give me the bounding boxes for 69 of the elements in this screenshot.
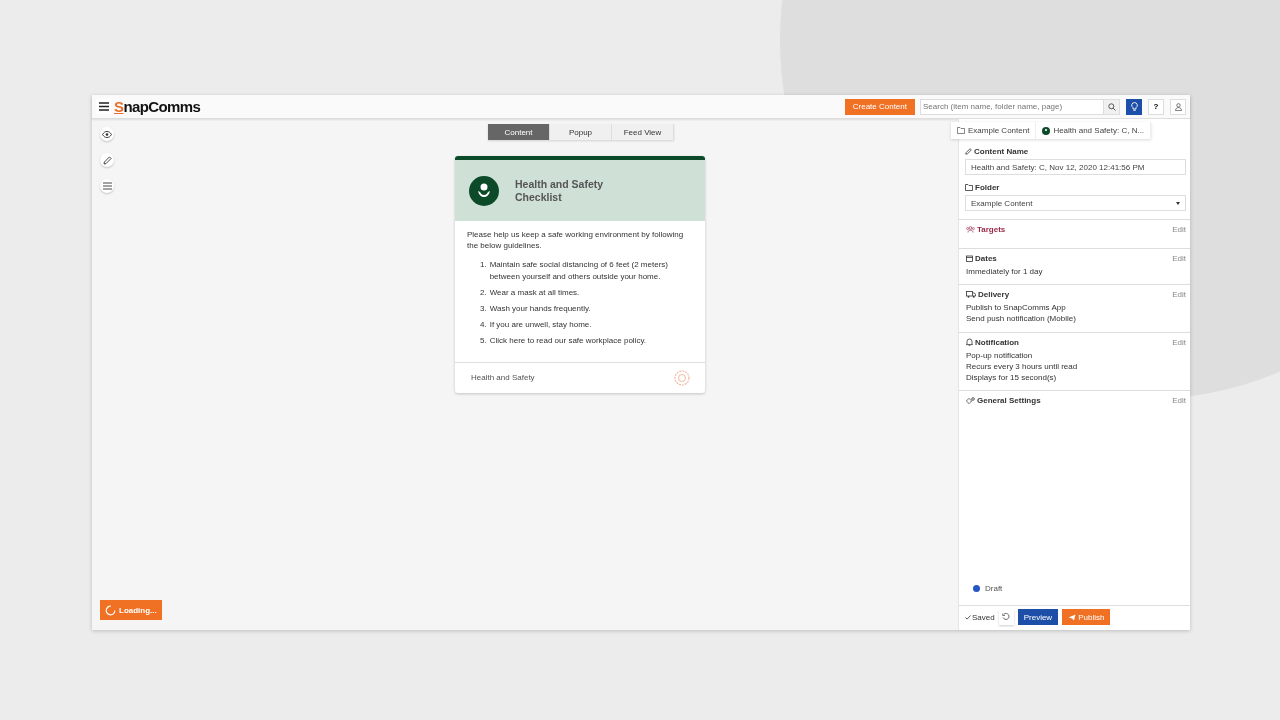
folder-icon — [957, 127, 965, 134]
pencil-icon — [965, 148, 972, 155]
list-number: 1. — [480, 259, 487, 272]
folder-dropdown[interactable]: Example Content — [965, 195, 1186, 211]
section-title: Delivery — [966, 290, 1010, 300]
guideline-text: Click here to read our safe workplace policy. — [489, 335, 647, 347]
section-title: General Settings — [966, 396, 1041, 406]
edit-link[interactable]: Edit — [1172, 290, 1186, 300]
people-icon — [966, 226, 975, 233]
logo: SnapComms — [114, 98, 201, 115]
saved-indicator: Saved — [965, 612, 995, 622]
lightbulb-button[interactable] — [1126, 98, 1142, 115]
guideline-text: Wash your hands frequently. — [489, 302, 591, 315]
truck-icon — [966, 291, 976, 299]
edit-link[interactable]: Edit — [1172, 337, 1186, 347]
field-label: Content Name — [965, 147, 1186, 156]
lightbulb-icon — [1130, 102, 1138, 111]
breadcrumb-link[interactable]: Health and Safety: C, N... — [1036, 122, 1152, 139]
undo-icon — [1002, 613, 1011, 621]
list-button[interactable] — [100, 179, 114, 193]
bell-icon — [966, 338, 973, 347]
user-icon — [1174, 102, 1182, 111]
status-label: Draft — [985, 584, 1003, 593]
search-field[interactable]: Search (item name, folder name, page) — [920, 98, 1104, 115]
search-button[interactable] — [1104, 98, 1120, 115]
undo-button[interactable] — [998, 609, 1014, 625]
menu-button[interactable] — [96, 99, 111, 114]
content-name-field[interactable]: Health and Safety: C, Nov 12, 2020 12:41:56 PM — [965, 159, 1186, 175]
create-content-button[interactable]: Create Content — [844, 98, 915, 115]
edit-link[interactable]: Edit — [1172, 396, 1186, 406]
list-number: 3. — [480, 302, 487, 315]
send-icon — [1068, 613, 1077, 621]
tab[interactable]: Feed View — [612, 124, 674, 140]
section-detail: Pop-up notification — [966, 349, 1034, 361]
publish-button[interactable]: Publish — [1062, 609, 1111, 625]
tab[interactable]: Popup — [550, 124, 612, 140]
spinner-icon — [105, 604, 116, 616]
section-title: Notification — [966, 337, 1019, 347]
folder-icon — [965, 184, 973, 191]
card-footer-text: Health and Safety — [471, 373, 535, 382]
section-detail: Displays for 15 second(s) — [966, 371, 1058, 384]
section-title: Dates — [966, 254, 997, 263]
list-number: 5. — [480, 335, 487, 347]
guideline-text: Wear a mask at all times. — [489, 286, 580, 298]
search-icon — [1107, 102, 1116, 111]
section-detail: Immediately for 1 day — [966, 266, 1044, 278]
intro-text: Please help us keep a safe working environment by following the below guidelines. — [467, 229, 685, 252]
check-icon — [965, 614, 971, 620]
list-number: 4. — [480, 319, 487, 331]
edit-link[interactable]: Edit — [1172, 254, 1186, 263]
guideline-text: Maintain safe social distancing of 6 feet (2 meters) between yourself and others outside your home. — [489, 259, 669, 282]
loading-button[interactable]: Loading... — [100, 600, 162, 620]
tab[interactable]: Content — [488, 124, 550, 140]
calendar-icon — [966, 255, 973, 262]
preview-button[interactable]: Preview — [1017, 609, 1059, 625]
edit-link[interactable]: Edit — [1172, 225, 1186, 234]
section-title: Targets — [966, 225, 1006, 234]
section-detail: Publish to SnapComms App — [966, 302, 1067, 314]
help-button[interactable]: ? — [1148, 98, 1164, 115]
user-button[interactable] — [1170, 98, 1186, 115]
pencil-button[interactable] — [100, 153, 114, 167]
section-detail: Recurs every 3 hours until read — [966, 360, 1079, 372]
eye-button[interactable] — [100, 127, 114, 141]
card-title: Health and Safety Checklist — [515, 177, 605, 204]
list-number: 2. — [480, 286, 487, 298]
section-detail: Send push notification (Mobile) — [966, 313, 1077, 325]
field-label: Folder — [965, 183, 1186, 192]
breadcrumb-link[interactable]: Example Content — [951, 122, 1037, 139]
guideline-text: If you are unwell, stay home. — [489, 319, 592, 331]
